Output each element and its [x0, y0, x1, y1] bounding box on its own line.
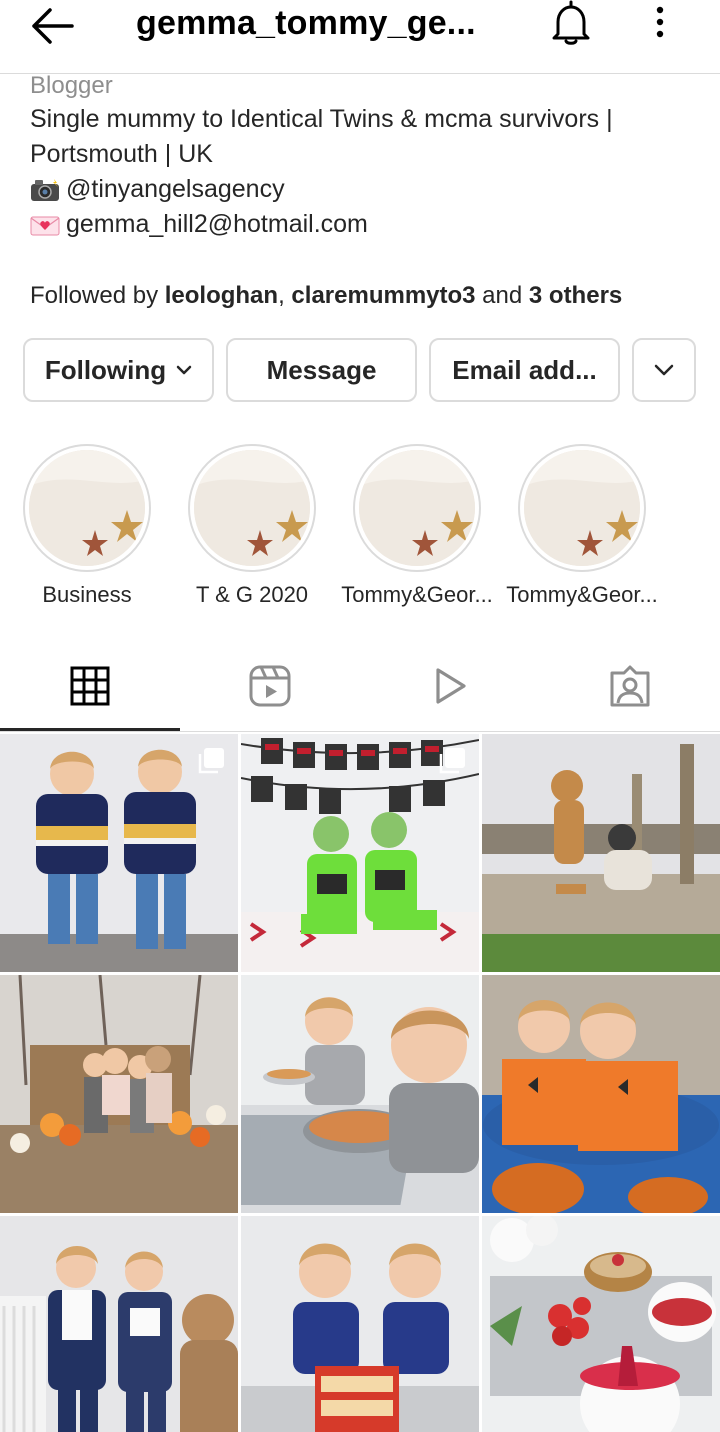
story-highlight[interactable]: T & G 2020 [172, 444, 332, 608]
message-button-label: Message [266, 354, 377, 385]
post-thumbnail[interactable] [241, 1216, 479, 1432]
followed-by-text[interactable]: Followed by leologhan, claremummyto3 and… [30, 282, 622, 310]
video-play-icon [436, 668, 466, 704]
story-highlight[interactable]: Tommy&Geor... [337, 444, 497, 608]
starfish-image [194, 450, 310, 566]
post-image [0, 975, 238, 1213]
post-thumbnail[interactable] [0, 1216, 238, 1432]
vertical-dots-icon[interactable] [648, 4, 672, 40]
post-image [482, 734, 720, 972]
tab-videos[interactable] [360, 640, 540, 732]
highlight-ring [353, 444, 481, 572]
highlight-label: Tommy&Geor... [506, 582, 658, 607]
highlight-label: Business [42, 582, 132, 607]
post-thumbnail[interactable] [0, 734, 238, 972]
highlight-cover [524, 450, 640, 566]
followed-by-prefix: Followed by [30, 282, 165, 309]
bio-email-row: gemma_hill2@hotmail.com [30, 207, 700, 242]
starfish-image [524, 450, 640, 566]
story-highlight[interactable]: Business [7, 444, 167, 608]
highlight-label: T & G 2020 [195, 582, 309, 607]
camera-flash-icon [31, 178, 59, 201]
bio-agency-row: @tinyangelsagency [30, 172, 700, 207]
story-highlight[interactable]: Tommy&Geor... [502, 444, 662, 608]
follower-name[interactable]: leologhan [165, 282, 278, 309]
chevron-down-icon [176, 365, 192, 375]
tab-tagged[interactable] [540, 640, 720, 732]
profile-category: Blogger [30, 72, 113, 99]
follower-name[interactable]: claremummyto3 [291, 282, 475, 309]
post-thumbnail[interactable] [241, 975, 479, 1213]
tab-posts[interactable] [0, 640, 180, 732]
bell-icon[interactable] [548, 0, 594, 46]
active-tab-indicator [0, 728, 180, 731]
highlight-ring [518, 444, 646, 572]
post-thumbnail[interactable] [482, 1216, 720, 1432]
suggested-accounts-button[interactable] [632, 338, 696, 402]
multiple-photos-icon [439, 748, 465, 774]
post-image [241, 975, 479, 1213]
bio-location: Portsmouth | UK [30, 140, 213, 168]
grid-icon [70, 666, 110, 706]
highlight-cover [194, 450, 310, 566]
following-button[interactable]: Following [23, 338, 214, 402]
following-button-label: Following [44, 354, 167, 385]
post-thumbnail[interactable] [241, 734, 479, 972]
multiple-photos-icon [198, 748, 224, 774]
profile-bio: Blogger Single mummy to Identical Twins … [30, 70, 700, 242]
profile-tabs [0, 640, 720, 732]
highlight-label: Tommy&Geor... [341, 582, 493, 607]
bio-email-link[interactable]: gemma_hill2@hotmail.com [66, 207, 368, 242]
tab-reels[interactable] [180, 640, 360, 732]
highlight-cover [29, 450, 145, 566]
highlight-ring [188, 444, 316, 572]
bio-line: Single mummy to Identical Twins & mcma s… [30, 105, 613, 133]
post-thumbnail[interactable] [0, 975, 238, 1213]
post-image [482, 975, 720, 1213]
email-button[interactable]: Email add... [429, 338, 620, 402]
highlight-ring [23, 444, 151, 572]
post-image [482, 1216, 720, 1432]
top-bar: gemma_tommy_ge... [0, 0, 720, 74]
followers-others[interactable]: 3 others [529, 282, 622, 309]
post-image [0, 1216, 238, 1432]
starfish-image [359, 450, 475, 566]
love-letter-icon [30, 216, 60, 235]
tagged-icon [610, 665, 650, 707]
followed-by-separator: , [278, 282, 292, 309]
followed-by-and: and [475, 282, 529, 309]
chevron-down-icon [654, 364, 674, 376]
email-button-label: Email add... [452, 354, 597, 385]
message-button[interactable]: Message [226, 338, 417, 402]
post-image [241, 1216, 479, 1432]
post-thumbnail[interactable] [482, 975, 720, 1213]
starfish-image [29, 450, 145, 566]
bio-agency-link[interactable]: @tinyangelsagency [66, 172, 285, 207]
post-thumbnail[interactable] [482, 734, 720, 972]
reels-icon [249, 665, 291, 707]
posts-grid [0, 734, 720, 1432]
profile-username: gemma_tommy_ge... [136, 4, 476, 42]
highlight-cover [359, 450, 475, 566]
arrow-left-icon[interactable] [28, 6, 78, 46]
